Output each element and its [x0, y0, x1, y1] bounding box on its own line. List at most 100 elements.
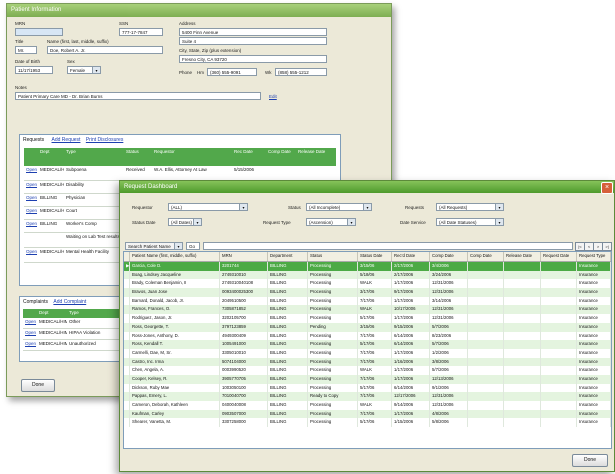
name-field[interactable]: Doe, Robert A. Jr. [47, 46, 163, 54]
complaint-row[interactable]: Open MEDICAL/HIM HIPAA Violation [23, 329, 123, 340]
grid-cell: Carmelli, Dae, M, Sr. [130, 348, 220, 358]
notes-edit-link[interactable]: Edit [269, 94, 277, 99]
request-type-select[interactable]: (Ascension) ▾ [306, 218, 356, 226]
status-date-select[interactable]: (All Dates) ▾ [168, 218, 202, 226]
open-request-link[interactable]: Open [24, 220, 38, 232]
date-service-select[interactable]: (All Date Statuses) ▾ [436, 218, 504, 226]
done-button[interactable]: Done [21, 379, 55, 392]
work-phone-field[interactable]: (858) 555-1212 [275, 68, 327, 76]
search-go-button[interactable]: Go [186, 242, 200, 250]
open-request-link[interactable]: Open [24, 248, 38, 262]
grid-row[interactable]: Barnard, Donald, Jacob, Jr. 2049510500 BIL… [124, 296, 611, 306]
chevron-down-icon[interactable]: ▾ [174, 243, 182, 249]
grid-cell: 6/14/2006 [392, 331, 430, 341]
chevron-down-icon[interactable]: ▾ [495, 219, 503, 225]
grid-column-header[interactable]: Request Date [541, 252, 577, 261]
request-cell: MEDICAL/HIM [40, 182, 64, 187]
notes-field[interactable]: Patient Primary Care MD - Dr. Brian Burn… [15, 92, 261, 100]
grid-row[interactable]: Ramos, Frances, O. 7305871852 BILLING Proce… [124, 305, 611, 315]
requests-select[interactable]: (All Requests) ▾ [436, 203, 504, 211]
grid-row[interactable]: Shearer, Vanetta, M. 3307258000 BILLING Pro… [124, 418, 611, 428]
open-request-link[interactable]: Open [24, 207, 38, 219]
chevron-down-icon[interactable]: ▾ [239, 204, 247, 210]
chevron-down-icon[interactable]: ▾ [193, 219, 201, 225]
chevron-down-icon[interactable]: ▾ [92, 67, 100, 73]
grid-row[interactable]: Ross-Jones, Anthony, D. 4949300409 BILLING… [124, 331, 611, 341]
grid-column-header[interactable]: Comp Date [468, 252, 504, 261]
grid-row[interactable]: Chen, Angela, A. 0003990520 BILLING Process… [124, 366, 611, 375]
grid-column-header[interactable]: Patient Name (first, middle, suffix) [130, 252, 220, 261]
grid-column-header[interactable]: Request Type [577, 252, 611, 261]
chevron-down-icon[interactable]: ▾ [495, 204, 503, 210]
grid-row[interactable]: Dickson, Ruby Mae 1003050100 BILLING Proces… [124, 383, 611, 393]
grid-cell [541, 270, 577, 280]
grid-cell: 7/17/06 [358, 348, 392, 358]
grid-column-header[interactable]: Release Date [504, 252, 541, 261]
request-cell: Waiting on Lab Test results [66, 234, 120, 239]
chevron-down-icon[interactable]: ▾ [363, 204, 371, 210]
grid-row[interactable]: Castro, Inc. Irma 5074104000 BILLING Proces… [124, 357, 611, 367]
grid-column-header[interactable]: MRN [220, 252, 268, 261]
sex-select[interactable]: Female ▾ [67, 66, 101, 74]
address-line1-field[interactable]: 5400 Finn Avenue [179, 28, 327, 36]
city-field[interactable]: Fresno City, CA 93720 [179, 55, 327, 63]
mrn-field[interactable] [15, 28, 63, 36]
grid-cell: Processing [308, 296, 358, 306]
grid-row[interactable]: Carmelli, Dae, M, Sr. 3305010010 BILLING Pr… [124, 348, 611, 358]
grid-cell: Insurance [577, 401, 611, 410]
grid-row[interactable]: Cameron, Deborah, Kathleen 0400040008 BILL… [124, 401, 611, 410]
grid-column-header[interactable]: Status [308, 252, 358, 261]
grid-row[interactable]: ▶ Garcia, Cole D. 3201744 BILLING Processing… [124, 262, 611, 271]
grid-column-header[interactable]: Department [268, 252, 308, 261]
grid-row[interactable]: Rodriguez, Jason, Jr. 3202105700 BILLING Pr… [124, 314, 611, 323]
open-request-link[interactable] [24, 233, 38, 247]
open-request-link[interactable]: Open [24, 181, 38, 193]
grid-row[interactable]: Boag, Lindsey Jacqueline 2749310010 BILLIN… [124, 270, 611, 280]
grid-cell: 9/15/2006 [392, 322, 430, 332]
complaint-row[interactable]: Open MEDICAL/HIM Other [23, 318, 123, 329]
address-line2-field[interactable]: Suite 4 [179, 37, 327, 45]
grid-column-header[interactable]: Rec'd Date [392, 252, 430, 261]
grid-row[interactable]: Ross, Kendall T. 1005491000 BILLING Process… [124, 340, 611, 349]
last-page-button[interactable]: >| [602, 242, 612, 251]
grid-cell: WALK [358, 305, 392, 315]
complaint-row[interactable]: Open MEDICAL/HIM Unauthorized [23, 340, 123, 351]
request-cell [296, 166, 334, 180]
status-select[interactable]: (All Incomplete) ▾ [306, 203, 372, 211]
open-complaint-link[interactable]: Open [23, 329, 37, 339]
grid-row[interactable]: Bravos, Juan Jose 0093400025300 BILLING Pro… [124, 288, 611, 297]
grid-cell [541, 409, 577, 419]
add-request-link[interactable]: Add Request [52, 137, 81, 143]
grid-row[interactable]: Brady, Coleman Benjamin, II 2749310040108… [124, 279, 611, 289]
grid-row[interactable]: Cooper, Kelsey, R. 3905770705 BILLING Proce… [124, 374, 611, 384]
dob-field[interactable]: 11/17/1953 [15, 66, 53, 74]
grid-cell: 3/14/2006 [430, 296, 468, 306]
search-input[interactable] [203, 242, 573, 250]
chevron-down-icon[interactable]: ▾ [347, 219, 355, 225]
close-icon[interactable]: × [601, 182, 613, 194]
open-request-link[interactable]: Open [24, 166, 38, 180]
grid-column-header[interactable]: Comp Date [430, 252, 468, 261]
title-field[interactable]: Mr. [15, 46, 37, 54]
done-button[interactable]: Done [572, 454, 608, 467]
grid-row[interactable]: Pappas, Emery, L. 7010040700 BILLING Ready … [124, 392, 611, 401]
print-disclosures-link[interactable]: Print Disclosures [86, 137, 124, 143]
grid-cell: Processing [308, 288, 358, 297]
home-phone-field[interactable]: (360) 555-9091 [207, 68, 257, 76]
grid-body: ▶ Garcia, Cole D. 3201744 BILLING Processing… [124, 262, 611, 428]
grid-cell: 3905770705 [220, 374, 268, 384]
add-complaint-link[interactable]: Add Complaint [53, 299, 86, 305]
grid-row[interactable]: Kaufman, Carley 0903507000 BILLING Processi… [124, 409, 611, 419]
grid-cell: 3/8/2006 [430, 357, 468, 367]
grid-column-header[interactable]: Status Date [358, 252, 392, 261]
open-complaint-link[interactable]: Open [23, 318, 37, 328]
ssn-field[interactable]: 777-17-7847 [119, 28, 163, 36]
request-row[interactable]: OpenMEDICAL/HIMSubpoena Received W.A. Elli… [24, 166, 336, 181]
open-request-link[interactable]: Open [24, 194, 38, 206]
open-complaint-link[interactable]: Open [23, 340, 37, 350]
grid-cell: Insurance [577, 374, 611, 384]
grid-row[interactable]: Ross, Georgette, T. 3797123859 BILLING Pend… [124, 322, 611, 332]
request-cell: MEDICAL/HIM [40, 208, 64, 213]
requestor-select[interactable]: (ALL) ▾ [168, 203, 248, 211]
search-by-select[interactable]: Search Patient Name ▾ [125, 242, 183, 250]
